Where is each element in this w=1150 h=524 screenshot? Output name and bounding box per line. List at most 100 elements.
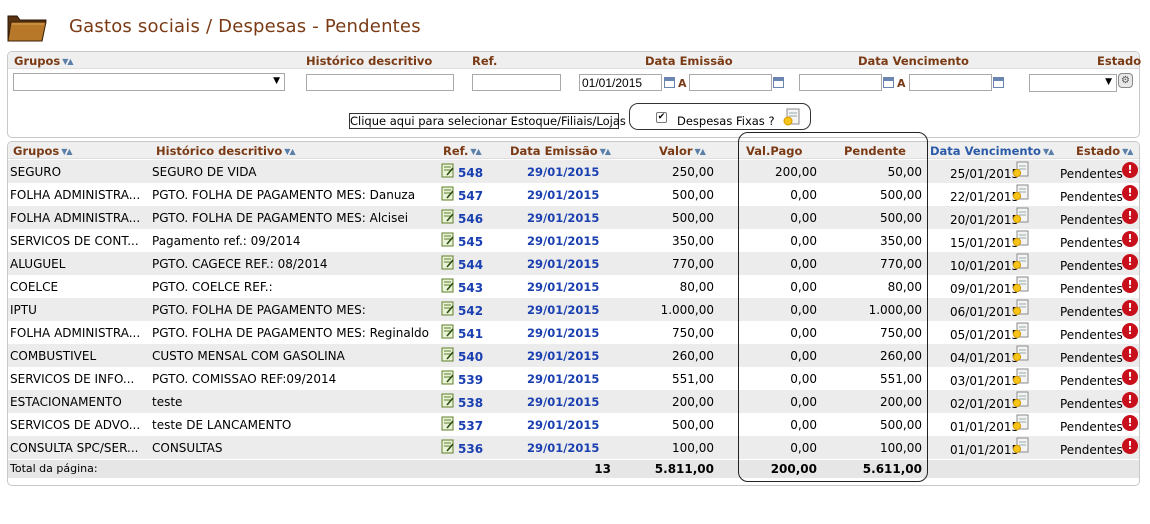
ref-link[interactable]: 547 [458, 189, 483, 203]
note-edit-icon[interactable] [441, 301, 455, 316]
calendar-icon[interactable] [664, 77, 675, 88]
note-edit-icon[interactable] [441, 393, 455, 408]
table-row[interactable]: ESTACIONAMENTO teste 538 29/01/2015 200,… [8, 390, 1139, 413]
emissao-link[interactable]: 29/01/2015 [527, 280, 599, 294]
alert-icon[interactable]: ! [1122, 300, 1138, 316]
emissao-link[interactable]: 29/01/2015 [527, 349, 599, 363]
table-row[interactable]: FOLHA ADMINISTRA... PGTO. FOLHA DE PAGAM… [8, 206, 1139, 229]
sun-document-icon[interactable] [1012, 184, 1030, 202]
emissao-link[interactable]: 29/01/2015 [527, 326, 599, 340]
alert-icon[interactable]: ! [1122, 208, 1138, 224]
sort-arrows-icon[interactable]: ▼▲ [1122, 147, 1133, 156]
note-edit-icon[interactable] [441, 324, 455, 339]
emissao-to-input[interactable] [689, 74, 772, 91]
sun-document-icon[interactable] [1012, 437, 1030, 455]
table-row[interactable]: SEGURO SEGURO DE VIDA 548 29/01/2015 250… [8, 160, 1139, 183]
sun-document-icon[interactable] [1012, 391, 1030, 409]
emissao-link[interactable]: 29/01/2015 [527, 188, 599, 202]
table-row[interactable]: FOLHA ADMINISTRA... PGTO. FOLHA DE PAGAM… [8, 321, 1139, 344]
note-edit-icon[interactable] [441, 278, 455, 293]
table-row[interactable]: COELCE PGTO. COELCE REF.: 543 29/01/2015… [8, 275, 1139, 298]
sun-document-icon[interactable] [1012, 322, 1030, 340]
sun-document-icon[interactable] [1012, 207, 1030, 225]
note-edit-icon[interactable] [441, 255, 455, 270]
emissao-link[interactable]: 29/01/2015 [527, 372, 599, 386]
ref-link[interactable]: 539 [458, 373, 483, 387]
emissao-link[interactable]: 29/01/2015 [527, 234, 599, 248]
sort-arrows-icon[interactable]: ▼▲ [1043, 147, 1054, 156]
column-historico[interactable]: Histórico descritivo ▼▲ [156, 144, 296, 158]
sort-arrows-icon[interactable]: ▼▲ [600, 147, 611, 156]
emissao-from-input[interactable] [579, 74, 662, 91]
alert-icon[interactable]: ! [1122, 231, 1138, 247]
table-row[interactable]: SERVICOS DE ADVO... teste DE LANCAMENTO … [8, 413, 1139, 436]
alert-icon[interactable]: ! [1122, 254, 1138, 270]
sort-arrows-icon[interactable]: ▼▲ [695, 147, 706, 156]
emissao-link[interactable]: 29/01/2015 [527, 211, 599, 225]
emissao-link[interactable]: 29/01/2015 [527, 303, 599, 317]
ref-link[interactable]: 540 [458, 350, 483, 364]
gear-icon[interactable]: ⚙ [1118, 73, 1133, 88]
sun-document-icon[interactable] [1012, 368, 1030, 386]
alert-icon[interactable]: ! [1122, 346, 1138, 362]
calendar-icon[interactable] [993, 77, 1004, 88]
note-edit-icon[interactable] [441, 163, 455, 178]
emissao-link[interactable]: 29/01/2015 [527, 395, 599, 409]
alert-icon[interactable]: ! [1122, 369, 1138, 385]
emissao-link[interactable]: 29/01/2015 [527, 418, 599, 432]
note-edit-icon[interactable] [441, 416, 455, 431]
ref-link[interactable]: 542 [458, 304, 483, 318]
column-vencimento[interactable]: Data Vencimento ▼▲ [930, 144, 1054, 158]
sun-document-icon[interactable] [1012, 253, 1030, 271]
ref-link[interactable]: 544 [458, 258, 483, 272]
alert-icon[interactable]: ! [1122, 415, 1138, 431]
grupos-select[interactable]: ▼ [13, 73, 285, 91]
note-edit-icon[interactable] [441, 232, 455, 247]
alert-icon[interactable]: ! [1122, 162, 1138, 178]
note-edit-icon[interactable] [441, 439, 455, 454]
sun-document-icon[interactable] [1012, 161, 1030, 179]
column-grupos[interactable]: Grupos ▼▲ [13, 144, 73, 158]
emissao-link[interactable]: 29/01/2015 [527, 257, 599, 271]
table-row[interactable]: COMBUSTIVEL CUSTO MENSAL COM GASOLINA 54… [8, 344, 1139, 367]
alert-icon[interactable]: ! [1122, 185, 1138, 201]
despesas-fixas-checkbox[interactable]: ✔ [656, 112, 667, 123]
table-row[interactable]: CONSULTA SPC/SER... CONSULTAS 536 29/01/… [8, 436, 1139, 459]
sun-document-icon[interactable] [1012, 299, 1030, 317]
table-row[interactable]: SERVICOS DE CONT... Pagamento ref.: 09/2… [8, 229, 1139, 252]
sort-arrows-icon[interactable]: ▼▲ [470, 147, 481, 156]
calendar-icon[interactable] [883, 77, 894, 88]
column-estado[interactable]: Estado ▼▲ [1076, 144, 1133, 158]
ref-input[interactable] [472, 74, 561, 91]
calendar-icon[interactable] [773, 77, 784, 88]
note-edit-icon[interactable] [441, 370, 455, 385]
ref-link[interactable]: 548 [458, 166, 483, 180]
sun-document-icon[interactable] [1012, 345, 1030, 363]
ref-link[interactable]: 545 [458, 235, 483, 249]
note-edit-icon[interactable] [441, 186, 455, 201]
sun-document-icon[interactable] [782, 108, 802, 128]
table-row[interactable]: SERVICOS DE INFO... PGTO. COMISSAO REF:0… [8, 367, 1139, 390]
alert-icon[interactable]: ! [1122, 392, 1138, 408]
alert-icon[interactable]: ! [1122, 277, 1138, 293]
note-edit-icon[interactable] [441, 347, 455, 362]
column-ref[interactable]: Ref. ▼▲ [443, 144, 482, 158]
table-row[interactable]: ALUGUEL PGTO. CAGECE REF.: 08/2014 544 2… [8, 252, 1139, 275]
historico-input[interactable] [306, 74, 454, 91]
ref-link[interactable]: 537 [458, 419, 483, 433]
sun-document-icon[interactable] [1012, 230, 1030, 248]
note-edit-icon[interactable] [441, 209, 455, 224]
sort-arrows-icon[interactable]: ▼▲ [284, 147, 295, 156]
sort-arrows-icon[interactable]: ▼▲ [62, 57, 73, 66]
sort-arrows-icon[interactable]: ▼▲ [61, 147, 72, 156]
ref-link[interactable]: 543 [458, 281, 483, 295]
ref-link[interactable]: 541 [458, 327, 483, 341]
ref-link[interactable]: 538 [458, 396, 483, 410]
vencimento-from-input[interactable] [799, 74, 882, 91]
vencimento-to-input[interactable] [909, 74, 992, 91]
estado-select[interactable]: ▼ [1029, 74, 1117, 92]
alert-icon[interactable]: ! [1122, 323, 1138, 339]
filter-header-grupos[interactable]: Grupos ▼▲ [14, 54, 74, 68]
select-estoque-button[interactable]: Clique aqui para selecionar Estoque/Fili… [349, 113, 626, 129]
sun-document-icon[interactable] [1012, 414, 1030, 432]
